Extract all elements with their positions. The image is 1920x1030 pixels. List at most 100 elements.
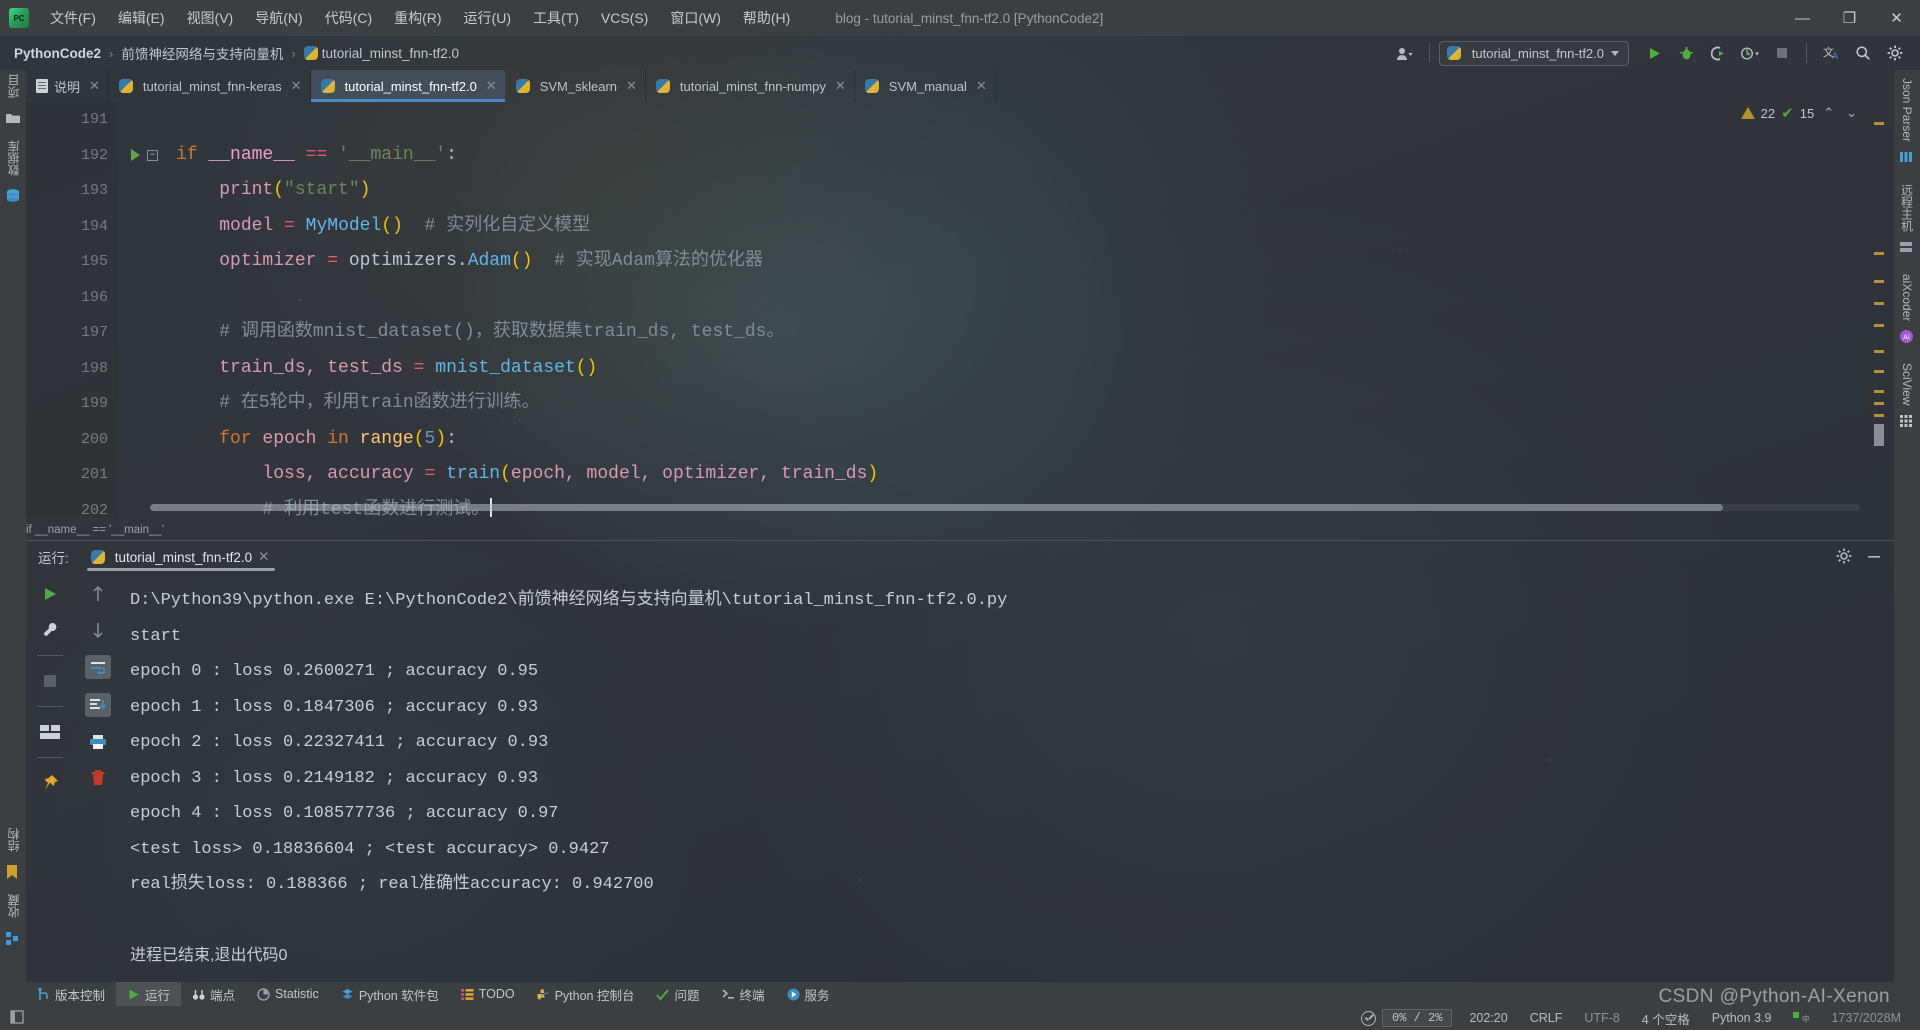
menu-item-window[interactable]: 窗口(W) bbox=[659, 3, 732, 33]
arrow-down-icon[interactable] bbox=[87, 619, 109, 641]
editor-code-area[interactable]: if __name__ == '__main__': print("start"… bbox=[176, 102, 1870, 517]
search-icon[interactable] bbox=[1848, 40, 1878, 66]
layout-icon[interactable] bbox=[39, 721, 61, 743]
stop-icon[interactable] bbox=[39, 670, 61, 692]
code-line[interactable]: # 在5轮中，利用train函数进行训练。 bbox=[176, 386, 1870, 422]
sidebar-item-favorites[interactable]: 收藏 bbox=[5, 890, 22, 926]
ime-icon[interactable]: 中 bbox=[1782, 1010, 1820, 1027]
breadcrumb-folder[interactable]: 前馈神经网络与支持向量机 bbox=[121, 43, 283, 63]
remote-host-icon[interactable] bbox=[1899, 240, 1915, 256]
code-editor[interactable]: 191 192− 193 194 195 196 197 198 199 200 201 202 if… bbox=[26, 102, 1870, 517]
editor-gutter[interactable]: 191 192− 193 194 195 196 197 198 199 200 201 202 bbox=[26, 102, 158, 517]
console-output[interactable]: D:\Python39\python.exe E:\PythonCode2\前馈… bbox=[122, 573, 1894, 982]
profile-icon[interactable] bbox=[1735, 40, 1765, 66]
close-icon[interactable]: ✕ bbox=[976, 78, 987, 94]
code-line[interactable]: model = MyModel() # 实列化自定义模型 bbox=[176, 209, 1870, 245]
editor-tab-svm-manual[interactable]: SVM_manual ✕ bbox=[855, 70, 996, 102]
event-log-icon[interactable] bbox=[1361, 1010, 1377, 1026]
code-line[interactable]: train_ds, test_ds = mnist_dataset() bbox=[176, 351, 1870, 387]
close-icon[interactable]: ✕ bbox=[89, 78, 100, 94]
minimize-icon[interactable] bbox=[1866, 548, 1882, 567]
menu-item-view[interactable]: 视图(V) bbox=[176, 3, 245, 33]
pin-icon[interactable] bbox=[39, 772, 61, 794]
sidebar-item-remote-host[interactable]: 远程主机 bbox=[1899, 176, 1916, 236]
code-line[interactable]: if __name__ == '__main__': bbox=[176, 138, 1870, 174]
tool-button-statistic[interactable]: Statistic bbox=[246, 982, 330, 1006]
aixcoder-icon[interactable]: Ai bbox=[1899, 329, 1915, 345]
sciview-icon[interactable] bbox=[1899, 414, 1915, 430]
tool-button-version-control[interactable]: 版本控制 bbox=[26, 982, 116, 1006]
run-icon[interactable] bbox=[1639, 40, 1669, 66]
code-line[interactable]: print("start") bbox=[176, 173, 1870, 209]
file-encoding[interactable]: UTF-8 bbox=[1573, 1011, 1630, 1025]
favorites-icon[interactable] bbox=[5, 930, 21, 946]
window-controls[interactable]: — ❐ ✕ bbox=[1779, 0, 1920, 36]
stop-icon[interactable] bbox=[1767, 40, 1797, 66]
heap-indicator[interactable]: 1737/2028M bbox=[1820, 1011, 1912, 1025]
chevron-down-icon[interactable]: ⌄ bbox=[1843, 105, 1860, 121]
trash-icon[interactable] bbox=[87, 767, 109, 789]
breadcrumb-project[interactable]: PythonCode2 bbox=[14, 46, 101, 61]
close-icon[interactable]: ✕ bbox=[626, 78, 637, 94]
tool-button-todo[interactable]: TODO bbox=[450, 982, 526, 1006]
tool-button-run[interactable]: 运行 bbox=[116, 982, 182, 1006]
code-line[interactable] bbox=[176, 102, 1870, 138]
sidebar-item-database[interactable]: 数据库 bbox=[5, 136, 22, 184]
python-interpreter[interactable]: Python 3.9 bbox=[1701, 1011, 1783, 1025]
sidebar-item-sciview[interactable]: SciView bbox=[1900, 355, 1914, 409]
indent-setting[interactable]: 4 个空格 bbox=[1631, 1009, 1701, 1028]
menu-item-navigate[interactable]: 导航(N) bbox=[244, 3, 313, 33]
json-icon[interactable] bbox=[1899, 150, 1915, 166]
breadcrumb-file[interactable]: tutorial_minst_fnn-tf2.0 bbox=[322, 46, 459, 61]
soft-wrap-icon[interactable] bbox=[85, 655, 111, 679]
menu-item-refactor[interactable]: 重构(R) bbox=[383, 3, 452, 33]
bookmark-icon[interactable] bbox=[5, 864, 21, 880]
folder-icon[interactable] bbox=[5, 110, 21, 126]
code-line[interactable] bbox=[176, 280, 1870, 316]
editor-tab-svm-sklearn[interactable]: SVM_sklearn ✕ bbox=[506, 70, 646, 102]
code-line[interactable]: loss, accuracy = train(epoch, model, opt… bbox=[176, 457, 1870, 493]
code-line[interactable]: optimizer = optimizers.Adam() # 实现Adam算法… bbox=[176, 244, 1870, 280]
editor-horizontal-scrollbar[interactable] bbox=[150, 504, 1860, 511]
close-icon[interactable]: ✕ bbox=[835, 78, 846, 94]
arrow-up-icon[interactable] bbox=[87, 583, 109, 605]
menu-bar[interactable]: 文件(F) 编辑(E) 视图(V) 导航(N) 代码(C) 重构(R) 运行(U… bbox=[39, 3, 801, 33]
tool-button-python-console[interactable]: Python 控制台 bbox=[526, 982, 646, 1006]
gear-icon[interactable] bbox=[1836, 548, 1852, 567]
code-line[interactable]: for epoch in range(5): bbox=[176, 422, 1870, 458]
caret-position[interactable]: 202:20 bbox=[1458, 1011, 1518, 1025]
rerun-icon[interactable] bbox=[39, 583, 61, 605]
sidebar-item-project[interactable]: 项目 bbox=[5, 70, 22, 106]
chevron-up-icon[interactable]: ⌃ bbox=[1820, 105, 1837, 121]
fold-minus-icon[interactable]: − bbox=[147, 149, 158, 161]
inspection-widget[interactable]: 22 ✔ 15 ⌃ ⌄ bbox=[1740, 104, 1860, 122]
menu-item-edit[interactable]: 编辑(E) bbox=[107, 3, 176, 33]
memory-indicator[interactable]: 0% / 2% bbox=[1382, 1009, 1453, 1027]
menu-item-vcs[interactable]: VCS(S) bbox=[590, 5, 659, 31]
sidebar-item-json-parser[interactable]: Json Parser bbox=[1900, 70, 1914, 146]
menu-item-help[interactable]: 帮助(H) bbox=[732, 3, 801, 33]
database-icon[interactable] bbox=[5, 188, 21, 204]
editor-tab-keras[interactable]: tutorial_minst_fnn-keras ✕ bbox=[109, 70, 311, 102]
close-icon[interactable]: ✕ bbox=[486, 78, 497, 94]
debug-icon[interactable] bbox=[1671, 40, 1701, 66]
sidebar-item-structure[interactable]: 结构 bbox=[5, 824, 22, 860]
user-icon[interactable] bbox=[1390, 40, 1420, 66]
print-icon[interactable] bbox=[87, 731, 109, 753]
run-with-coverage-icon[interactable] bbox=[1703, 40, 1733, 66]
translate-icon[interactable]: 文A bbox=[1816, 40, 1846, 66]
close-icon[interactable]: ✕ bbox=[258, 549, 269, 565]
menu-item-tools[interactable]: 工具(T) bbox=[522, 3, 590, 33]
maximize-button[interactable]: ❐ bbox=[1826, 0, 1873, 36]
tool-button-services[interactable]: 服务 bbox=[776, 982, 841, 1006]
sidebar-item-aixcoder[interactable]: aiXcoder bbox=[1900, 266, 1914, 325]
editor-error-stripe[interactable] bbox=[1872, 102, 1884, 517]
minimize-button[interactable]: — bbox=[1779, 0, 1826, 36]
editor-tab-numpy[interactable]: tutorial_minst_fnn-numpy ✕ bbox=[646, 70, 855, 102]
editor-tab-tf20[interactable]: tutorial_minst_fnn-tf2.0 ✕ bbox=[310, 70, 506, 102]
scroll-to-end-icon[interactable] bbox=[85, 693, 111, 717]
line-separator[interactable]: CRLF bbox=[1519, 1011, 1574, 1025]
code-line[interactable]: # 调用函数mnist_dataset()，获取数据集train_ds, tes… bbox=[176, 315, 1870, 351]
scrollbar-thumb[interactable] bbox=[150, 504, 1724, 511]
run-tab[interactable]: tutorial_minst_fnn-tf2.0 ✕ bbox=[86, 541, 276, 573]
